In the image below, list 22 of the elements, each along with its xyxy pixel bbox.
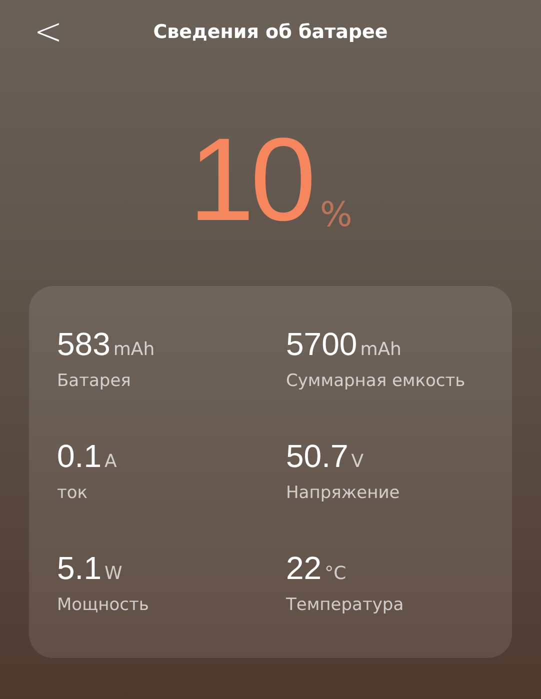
stat-label: Батарея [57,371,132,391]
stat-value: 5.1 [57,550,102,587]
stat-unit: °C [324,563,346,584]
stat-value: 50.7 [286,438,348,475]
stat-value: 0.1 [57,438,102,475]
back-button[interactable]: < [28,10,68,54]
stat-label: Температура [286,595,405,615]
stat-value: 22 [286,550,322,587]
charge-value: 10 [188,130,312,230]
stat-value: 5700 [286,326,358,363]
stat-label: Напряжение [286,483,401,503]
stat-label: Суммарная емкость [286,371,466,391]
stat-label: ток [57,483,89,503]
stat-unit: mAh [360,339,402,360]
stat-unit: W [104,563,122,584]
charge-unit: % [320,198,352,232]
stat-unit: A [104,451,117,472]
stat-label: Мощность [57,595,150,615]
stat-value: 583 [57,326,110,363]
stat-unit: mAh [113,339,155,360]
stat-unit: V [351,451,364,472]
page-title: Сведения об батарее [153,21,388,43]
